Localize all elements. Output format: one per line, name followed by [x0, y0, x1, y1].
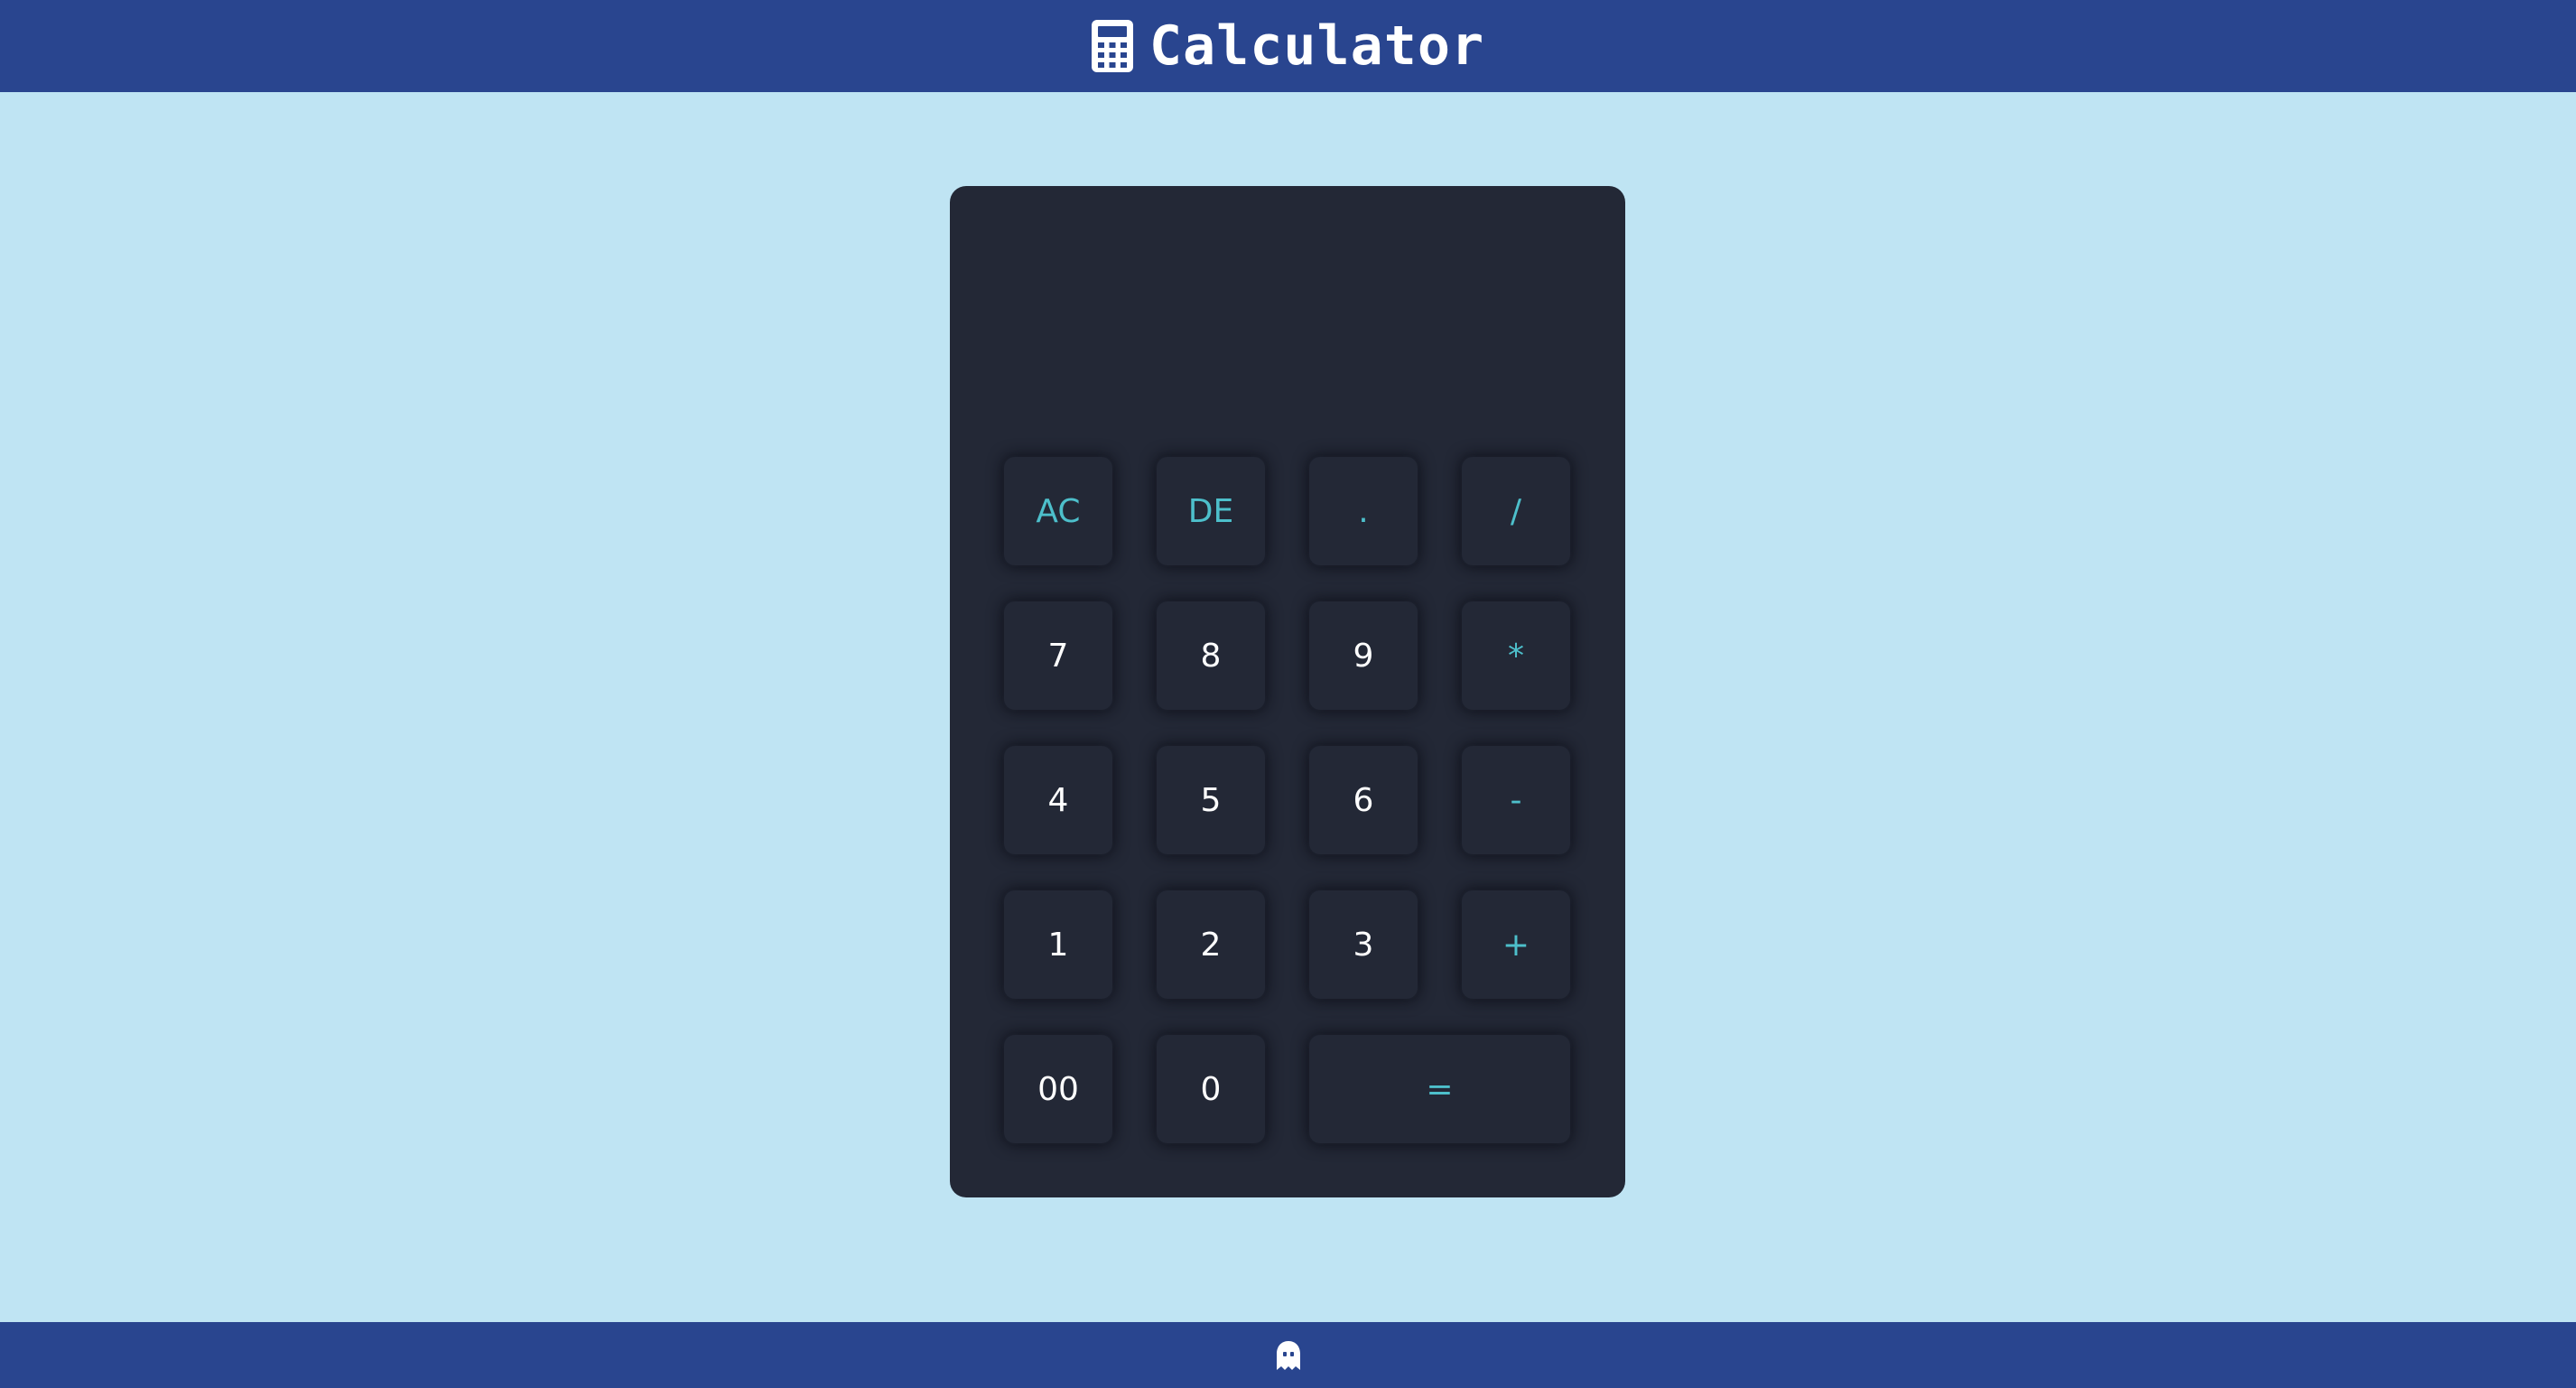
- page-title: Calculator: [1149, 14, 1485, 78]
- digit-7-button[interactable]: 7: [1004, 601, 1112, 710]
- delete-button[interactable]: DE: [1157, 457, 1265, 565]
- digit-8-button[interactable]: 8: [1157, 601, 1265, 710]
- digit-4-button[interactable]: 4: [1004, 746, 1112, 854]
- all-clear-button[interactable]: AC: [1004, 457, 1112, 565]
- keypad: AC DE./7 8 9 * 4 5 6-1 2 3 +00 0 =: [1004, 457, 1570, 1143]
- digit-6-button[interactable]: 6: [1309, 746, 1418, 854]
- subtract-button[interactable]: -: [1462, 746, 1570, 854]
- digit-0-button[interactable]: 0: [1157, 1035, 1265, 1143]
- footer-bar: [0, 1322, 2576, 1388]
- add-button[interactable]: +: [1462, 890, 1570, 999]
- calculator-icon: [1091, 20, 1133, 72]
- digit-2-button[interactable]: 2: [1157, 890, 1265, 999]
- equals-button[interactable]: =: [1309, 1035, 1570, 1143]
- decimal-button[interactable]: .: [1309, 457, 1418, 565]
- double-zero-button[interactable]: 00: [1004, 1035, 1112, 1143]
- digit-5-button[interactable]: 5: [1157, 746, 1265, 854]
- digit-3-button[interactable]: 3: [1309, 890, 1418, 999]
- calculator-display[interactable]: [986, 222, 1593, 405]
- digit-9-button[interactable]: 9: [1309, 601, 1418, 710]
- ghost-icon: [1276, 1340, 1300, 1370]
- divide-button[interactable]: /: [1462, 457, 1570, 565]
- multiply-button[interactable]: *: [1462, 601, 1570, 710]
- digit-1-button[interactable]: 1: [1004, 890, 1112, 999]
- header-bar: Calculator: [0, 0, 2576, 92]
- calculator-panel: AC DE./7 8 9 * 4 5 6-1 2 3 +00 0 =: [950, 186, 1625, 1197]
